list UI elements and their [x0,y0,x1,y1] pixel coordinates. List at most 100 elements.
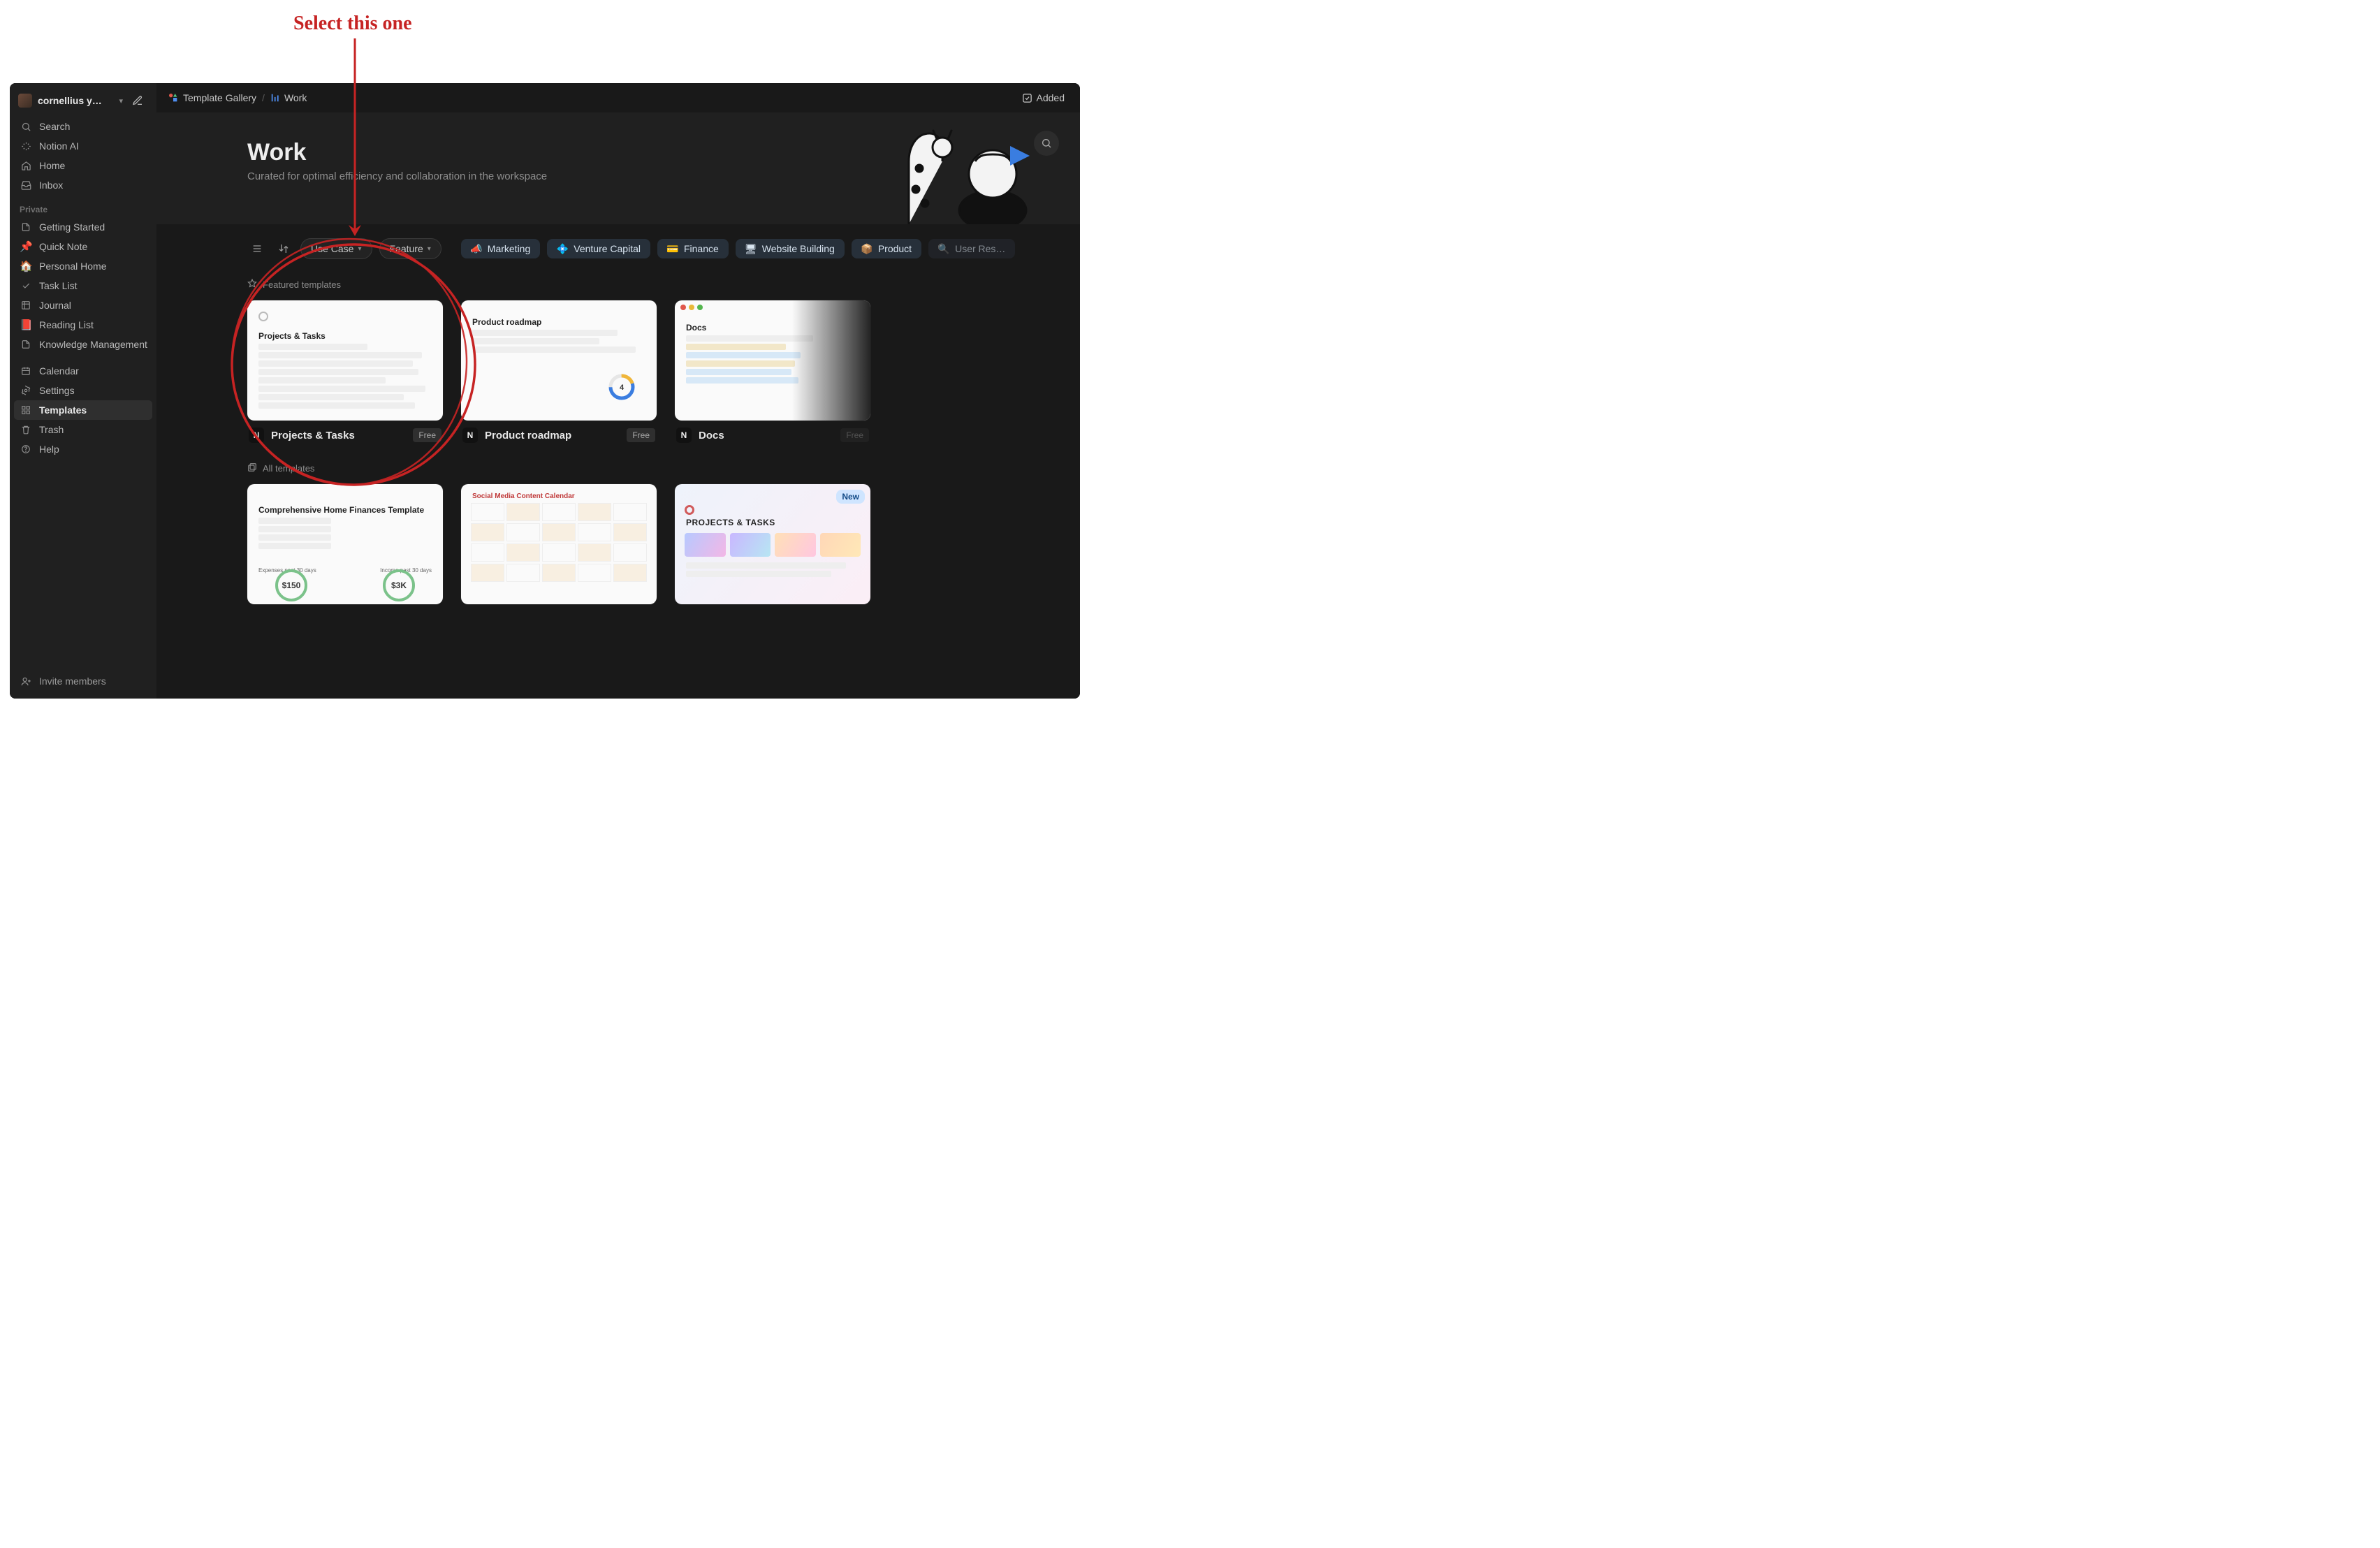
sidebar-help[interactable]: Help [14,439,152,459]
search-icon: 🔍 [938,243,949,254]
section-all-label: All templates [263,463,314,474]
pin-icon: 📌 [20,240,32,253]
sidebar-inbox[interactable]: Inbox [14,175,152,195]
sidebar-settings[interactable]: Settings [14,381,152,400]
chip-label: Venture Capital [574,243,641,254]
template-card-product-roadmap[interactable]: Product roadmap 4 N Product roadmap Free [461,300,657,443]
sidebar-page-getting-started[interactable]: Getting Started [14,217,152,237]
workspace-switcher[interactable]: cornellius y… ▾ [14,89,152,117]
sidebar-label: Inbox [39,180,63,191]
chip-label: Website Building [762,243,835,254]
sidebar-calendar[interactable]: Calendar [14,361,152,381]
sidebar-label: Calendar [39,365,79,377]
filter-use-case[interactable]: Use Case ▾ [300,238,372,259]
thumb-title: Social Media Content Calendar [472,492,650,500]
chart-icon [270,93,280,103]
breadcrumb-root[interactable]: Template Gallery [168,92,256,103]
chevron-down-icon: ▾ [428,245,431,253]
featured-grid: Projects & Tasks N Projects & Tasks Free… [156,296,1080,450]
sidebar-trash[interactable]: Trash [14,420,152,439]
template-thumbnail: Docs [675,300,870,421]
invite-members-button[interactable]: Invite members [14,669,152,693]
sidebar-label: Templates [39,404,87,416]
home-icon [20,159,32,172]
sidebar-page-reading-list[interactable]: 📕 Reading List [14,315,152,335]
template-thumbnail: Projects & Tasks [247,300,443,421]
breadcrumb-current[interactable]: Work [270,92,307,103]
template-card-social-calendar[interactable]: Social Media Content Calendar [461,484,657,604]
sidebar-page-personal-home[interactable]: 🏠 Personal Home [14,256,152,276]
diamond-icon: 💠 [557,243,568,254]
gear-icon [20,384,32,397]
section-all: All templates [156,450,1080,480]
page-icon [20,221,32,233]
added-label: Added [1037,92,1065,103]
sidebar-section-private: Private [14,195,152,217]
sidebar-label: Help [39,444,59,455]
trash-icon [20,423,32,436]
list-view-button[interactable] [247,239,267,258]
template-card-home-finances[interactable]: Comprehensive Home Finances Template Exp… [247,484,443,604]
sidebar-page-task-list[interactable]: Task List [14,276,152,295]
chip-marketing[interactable]: 📣 Marketing [461,239,540,258]
added-button[interactable]: Added [1018,89,1069,106]
thumb-title: PROJECTS & TASKS [686,518,863,527]
chip-label: Marketing [488,243,530,254]
workspace-icon [18,94,32,108]
calendar-icon [20,365,32,377]
hero-illustration [870,119,1052,224]
chip-label: Product [878,243,912,254]
annotation-text: Select this one [293,13,412,35]
sidebar-label: Trash [39,424,64,435]
sidebar-page-label: Personal Home [39,261,107,272]
megaphone-icon: 📣 [471,243,482,254]
notion-logo-icon: N [676,428,692,443]
filter-feature[interactable]: Feature ▾ [379,238,441,259]
sidebar-page-knowledge-management[interactable]: Knowledge Management [14,335,152,354]
sidebar-home[interactable]: Home [14,156,152,175]
chip-venture-capital[interactable]: 💠 Venture Capital [547,239,650,258]
template-title: Docs [699,430,833,441]
sidebar-templates[interactable]: Templates [14,400,152,420]
svg-text:4: 4 [620,384,625,392]
added-icon [1022,93,1032,103]
chip-website-building[interactable]: 🖥 Website Building [736,239,845,258]
section-featured: Featured templates [156,266,1080,296]
chip-label: User Res… [955,243,1005,254]
monitor-icon: 🖥 [745,243,757,254]
sparkle-icon [20,140,32,152]
invite-members-label: Invite members [39,676,106,687]
thumb-kpi: $3K [383,569,415,601]
thumb-kpi: $150 [275,569,307,601]
sidebar-page-quick-note[interactable]: 📌 Quick Note [14,237,152,256]
topbar: Template Gallery / Work Added [156,83,1080,112]
new-page-button[interactable] [129,92,147,110]
template-card-projects-tasks-new[interactable]: New PROJECTS & TASKS [675,484,870,604]
section-featured-label: Featured templates [263,279,341,290]
check-icon [20,279,32,292]
chip-user-research[interactable]: 🔍 User Res… [928,239,1015,258]
main-content: Template Gallery / Work Added Work Curat… [156,83,1080,699]
chip-finance[interactable]: 💳Finance [657,239,729,258]
stack-icon [247,462,257,474]
template-title: Product roadmap [485,430,620,441]
price-badge: Free [413,428,441,442]
sidebar-label: Settings [39,385,75,396]
new-badge: New [836,490,865,504]
template-card-docs[interactable]: Docs N Docs Free [675,300,870,443]
sidebar-page-label: Knowledge Management [39,339,147,350]
template-thumbnail: New PROJECTS & TASKS [675,484,870,604]
sidebar-search[interactable]: Search [14,117,152,136]
hero-banner: Work Curated for optimal efficiency and … [156,112,1080,224]
sidebar-page-label: Quick Note [39,241,87,252]
breadcrumb-current-label: Work [284,92,307,103]
book-icon: 📕 [20,319,32,331]
sort-button[interactable] [274,239,293,258]
sidebar-notion-ai[interactable]: Notion AI [14,136,152,156]
sidebar-page-journal[interactable]: Journal [14,295,152,315]
box-icon: 📦 [861,243,873,254]
chevron-down-icon: ▾ [119,96,123,105]
chip-product[interactable]: 📦 Product [852,239,921,258]
thumb-title: Projects & Tasks [258,331,436,341]
template-card-projects-tasks[interactable]: Projects & Tasks N Projects & Tasks Free [247,300,443,443]
